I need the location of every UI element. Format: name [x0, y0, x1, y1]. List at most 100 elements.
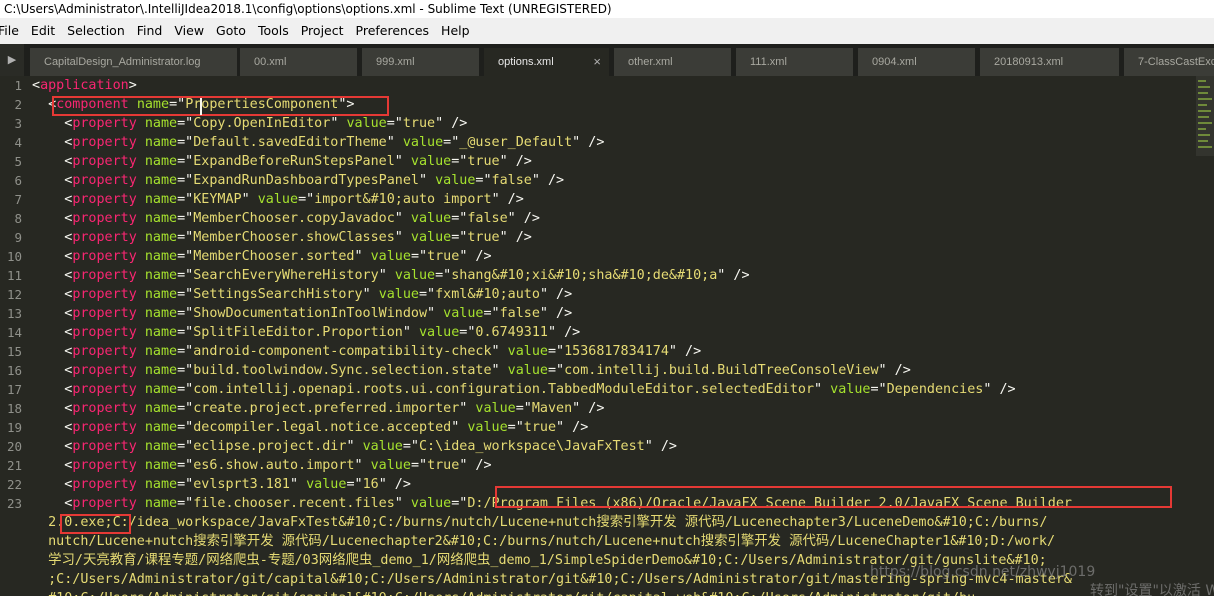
tab-20180913-xml[interactable]: 20180913.xml	[980, 48, 1120, 76]
code-token: ="	[386, 116, 403, 131]
code-token: "	[241, 192, 258, 207]
code-line[interactable]: <property name="ExpandBeforeRunStepsPane…	[32, 152, 532, 171]
code-line[interactable]: <property name="MemberChooser.showClasse…	[32, 228, 532, 247]
code-token: nutch/Lucene+nutch搜索引擎开发 源代码/Lucenechapt…	[32, 534, 1056, 549]
code-line[interactable]: 2.0.exe;C:/idea_workspace/JavaFxTest&#10…	[32, 513, 1047, 532]
menu-view[interactable]: View	[168, 18, 210, 44]
minimap-mark	[1198, 140, 1208, 142]
code-line[interactable]: <property name="android-component-compat…	[32, 342, 701, 361]
tab-classcastexc[interactable]: 7-ClassCastExc	[1124, 48, 1214, 76]
code-token: #10;C:/Users/Administrator/git/capital&#…	[32, 591, 975, 596]
code-token: >	[128, 78, 137, 93]
code-line[interactable]: <property name="MemberChooser.sorted" va…	[32, 247, 491, 266]
code-token: name	[144, 230, 178, 245]
minimap-mark	[1198, 110, 1211, 112]
menu-selection[interactable]: Selection	[61, 18, 131, 44]
code-line[interactable]: <property name="evlsprt3.181" value="16"…	[32, 475, 411, 494]
code-line[interactable]: <property name="build.toolwindow.Sync.se…	[32, 361, 911, 380]
code-line[interactable]: <property name="ShowDocumentationInToolW…	[32, 304, 572, 323]
tab-scroll-left-icon[interactable]: ▶	[0, 44, 24, 76]
menu-goto[interactable]: Goto	[210, 18, 252, 44]
minimap-mark	[1198, 116, 1209, 118]
code-token: ="	[451, 496, 468, 511]
code-line[interactable]: <property name="com.intellij.openapi.roo…	[32, 380, 1015, 399]
menu-tools[interactable]: Tools	[252, 18, 295, 44]
line-number: 10	[6, 249, 22, 264]
code-token: ="	[177, 344, 194, 359]
code-token: ="	[177, 268, 194, 283]
code-token: property	[72, 135, 137, 150]
tab-label: 0904.xml	[872, 56, 917, 68]
code-token: property	[72, 496, 137, 511]
code-line[interactable]: <property name="Copy.OpenInEditor" value…	[32, 114, 467, 133]
code-line[interactable]: <property name="es6.show.auto.import" va…	[32, 456, 492, 475]
code-token: ="	[177, 363, 194, 378]
code-token: ="	[177, 154, 194, 169]
line-number: 2	[14, 97, 22, 112]
line-number: 3	[14, 116, 22, 131]
code-line[interactable]: <property name="decompiler.legal.notice.…	[32, 418, 588, 437]
menu-find[interactable]: Find	[131, 18, 169, 44]
code-token: ="	[402, 439, 419, 454]
code-token: ="	[177, 439, 194, 454]
code-token: <	[32, 116, 73, 131]
code-line[interactable]: <property name="create.project.preferred…	[32, 399, 604, 418]
code-token: "	[386, 135, 403, 150]
code-token: property	[72, 154, 137, 169]
code-token: "	[491, 363, 508, 378]
code-line[interactable]: <property name="SplitFileEditor.Proporti…	[32, 323, 580, 342]
code-line[interactable]: <application>	[32, 76, 137, 95]
menu-file[interactable]: File	[0, 18, 25, 44]
code-token: C:\idea_workspace\JavaFxTest	[419, 439, 645, 454]
minimap[interactable]	[1196, 76, 1214, 156]
code-line[interactable]: <property name="Default.savedEditorTheme…	[32, 133, 604, 152]
code-token: " />	[459, 458, 492, 473]
tab-999-xml[interactable]: 999.xml	[362, 48, 480, 76]
code-token: true	[467, 154, 500, 169]
tab-capitaldesign-log[interactable]: CapitalDesign_Administrator.log	[30, 48, 238, 76]
tab-other-xml[interactable]: other.xml	[614, 48, 732, 76]
code-line[interactable]: <property name="KEYMAP" value="import&#1…	[32, 190, 524, 209]
code-token: ="	[177, 173, 194, 188]
code-token: " />	[507, 211, 540, 226]
tab-0904-xml[interactable]: 0904.xml	[858, 48, 976, 76]
tab-label: options.xml	[498, 56, 554, 68]
code-token: true	[402, 116, 436, 131]
close-icon[interactable]: ×	[593, 48, 601, 76]
line-number: 16	[6, 363, 22, 378]
tab-00-xml[interactable]: 00.xml	[240, 48, 358, 76]
code-token: value	[394, 268, 436, 283]
code-line[interactable]: <property name="ExpandRunDashboardTypesP…	[32, 171, 564, 190]
menu-project[interactable]: Project	[295, 18, 350, 44]
code-token: Maven	[531, 401, 573, 416]
code-line[interactable]: <property name="eclipse.project.dir" val…	[32, 437, 677, 456]
code-line[interactable]: #10;C:/Users/Administrator/git/capital&#…	[32, 589, 975, 596]
code-token: name	[144, 363, 178, 378]
code-line[interactable]: <property name="MemberChooser.copyJavado…	[32, 209, 540, 228]
code-view[interactable]: <application> <component name="Propertie…	[32, 76, 1192, 596]
tab-111-xml[interactable]: 111.xml	[736, 48, 854, 76]
menu-help[interactable]: Help	[435, 18, 476, 44]
code-token: property	[72, 344, 137, 359]
code-token: ="	[547, 363, 565, 378]
menu-edit[interactable]: Edit	[25, 18, 61, 44]
code-token: value	[410, 211, 452, 226]
code-token: " />	[717, 268, 750, 283]
code-line[interactable]: nutch/Lucene+nutch搜索引擎开发 源代码/Lucenechapt…	[32, 532, 1055, 551]
code-token: file.chooser.recent.files	[193, 496, 395, 511]
tab-options-xml[interactable]: options.xml ×	[484, 48, 610, 76]
editor-area[interactable]: 1 2 3 4 5 6 7 8 9 10 11 12 13 14 15 16 17 18 19 20 21 22 23 <a…	[0, 76, 1214, 596]
tab-label: 20180913.xml	[994, 56, 1064, 68]
menu-preferences[interactable]: Preferences	[350, 18, 436, 44]
code-token: " />	[531, 173, 565, 188]
code-token: name	[144, 496, 178, 511]
code-token: property	[72, 420, 137, 435]
code-line[interactable]: <property name="SettingsSearchHistory" v…	[32, 285, 572, 304]
code-line[interactable]: <property name="SearchEveryWhereHistory"…	[32, 266, 750, 285]
